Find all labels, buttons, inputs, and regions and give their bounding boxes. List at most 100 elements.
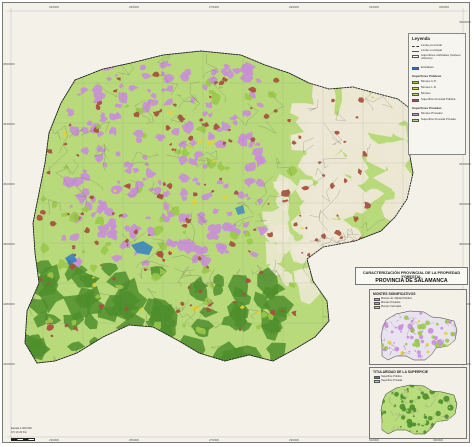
inset-patch	[386, 322, 389, 324]
municipal-boundary	[341, 242, 355, 267]
inset-patch	[390, 330, 394, 334]
inset-patch	[417, 423, 420, 426]
inset-patch	[429, 421, 432, 424]
inset-patch	[406, 409, 409, 412]
land-patch	[93, 58, 103, 68]
inset-patch	[444, 390, 447, 393]
inset-patch	[403, 345, 405, 347]
land-patch	[353, 325, 356, 328]
scale-text: Escala 1:400.000	[11, 427, 32, 430]
inset-patch	[406, 335, 410, 339]
inset-patch	[442, 311, 449, 314]
inset-patch	[388, 347, 391, 349]
legend-swatch	[412, 66, 419, 70]
inset-patch	[429, 330, 431, 332]
legend-row: Superficie Forestal Pública	[412, 98, 466, 103]
inset-patch	[447, 422, 452, 427]
inset-boundary	[430, 385, 435, 387]
inset-patch	[431, 422, 433, 424]
inset-patch	[445, 338, 450, 343]
inset-titularidad: TITULARIDAD DE LA SUPERFICIE Superficie …	[369, 367, 467, 439]
grid-tick-left: 4520000	[3, 182, 15, 186]
legend-row: Superficie Forestal Privada	[412, 118, 466, 123]
inset-patch	[455, 391, 457, 394]
grid-tick-bottom: 310000	[369, 438, 380, 442]
land-patch	[345, 278, 349, 283]
land-patch	[124, 345, 148, 363]
inset-patch	[416, 386, 421, 392]
inset-patch	[387, 426, 392, 431]
inset-boundary	[432, 429, 436, 434]
map-subtitle: PROVINCIA DE SALAMANCA	[375, 277, 448, 284]
inset-boundary	[399, 433, 404, 434]
inset-patch	[410, 335, 414, 340]
inset-patch	[435, 385, 439, 387]
inset-montes-significativos: MONTES SIGNIFICATIVOS Montes de Utilidad…	[369, 289, 467, 365]
inset-patch	[440, 311, 445, 317]
inset-boundary	[439, 432, 442, 434]
inset-patch	[393, 342, 395, 344]
municipal-boundary	[47, 88, 56, 98]
municipal-boundary	[335, 307, 350, 319]
inset-patch	[445, 388, 449, 393]
inset-patch	[392, 385, 396, 389]
inset-patch	[399, 425, 402, 428]
legend-line-swatch	[412, 51, 419, 52]
grid-tick-top: 250000	[129, 5, 140, 9]
inset-patch	[419, 311, 423, 315]
inset-patch	[451, 429, 457, 434]
legend-label: Límite municipal	[421, 48, 442, 52]
inset-boundary	[381, 390, 389, 393]
inset-patch	[444, 331, 448, 336]
inset-patch	[382, 316, 386, 320]
grid-tick-left: 4460000	[3, 362, 15, 366]
inset-patch	[379, 358, 381, 360]
inset-patch	[408, 387, 414, 392]
title-box: CARACTERIZACIÓN PROVINCIAL DE LA PROPIED…	[355, 267, 468, 285]
land-patch	[186, 352, 202, 363]
inset-boundary	[436, 311, 443, 314]
inset-patch	[385, 385, 391, 391]
inset-patch	[435, 322, 439, 326]
inset-patch	[437, 403, 441, 407]
land-patch	[330, 271, 333, 275]
inset-patch	[440, 326, 444, 330]
inset-patch	[442, 422, 446, 426]
grid-tick-right: 4560000	[459, 20, 471, 24]
inset-patch	[416, 430, 418, 433]
inset-patch	[381, 354, 382, 358]
inset-patch	[390, 402, 395, 407]
legend-swatch	[412, 112, 419, 116]
inset-patch	[408, 394, 411, 397]
grid-tick-bottom: 330000	[433, 438, 444, 442]
grid-tick-bottom: 230000	[49, 438, 60, 442]
inset-patch	[417, 330, 423, 336]
inset-patch	[441, 343, 447, 349]
grid-tick-bottom: 290000	[289, 438, 300, 442]
inset-patch	[383, 410, 387, 414]
inset-patch	[384, 324, 389, 329]
land-patch	[67, 75, 76, 84]
inset-patch	[404, 342, 408, 346]
inset-patch	[416, 350, 421, 355]
legend-label: Superficie Forestal Pública	[421, 97, 456, 101]
inset-patch	[431, 335, 435, 339]
grid-tick-bottom: 270000	[209, 438, 220, 442]
inset-patch	[394, 391, 399, 397]
inset-patch	[412, 415, 415, 418]
inset-patch	[452, 311, 457, 313]
legend-label: Montes U.P.	[421, 79, 437, 83]
legend-label: Superficie Forestal Privada	[421, 117, 456, 121]
inset-patch	[396, 385, 401, 387]
inset-patch	[426, 398, 431, 403]
inset-patch	[448, 353, 451, 357]
inset-boundary	[434, 355, 438, 360]
inset-patch	[408, 350, 411, 353]
inset-patch	[426, 350, 430, 354]
grid-tick-right: 4540000	[459, 162, 471, 166]
municipal-boundary	[25, 270, 30, 283]
inset-patch	[425, 343, 429, 347]
inset-patch	[420, 323, 427, 330]
inset-patch	[453, 418, 457, 424]
inset-patch	[456, 338, 457, 343]
